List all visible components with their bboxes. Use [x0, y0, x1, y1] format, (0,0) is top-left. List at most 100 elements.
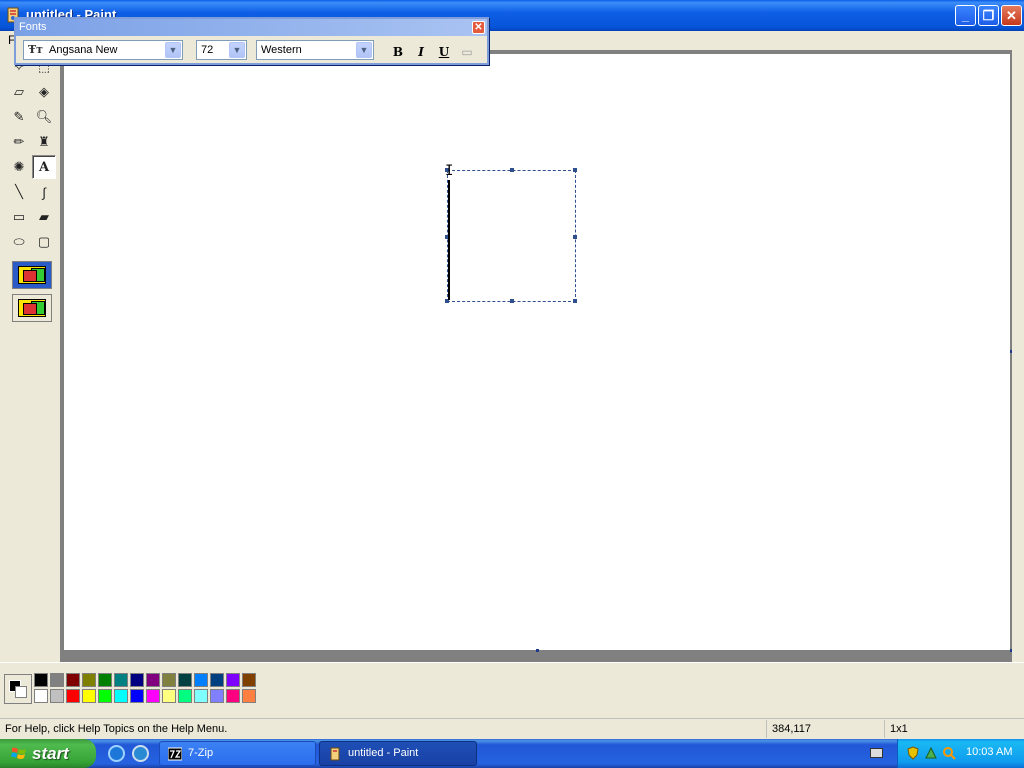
current-colors[interactable]: [4, 674, 32, 704]
restore-icon: ❐: [982, 8, 995, 23]
status-size-cell: 1x1: [884, 720, 1014, 738]
transparency-option-icon: [18, 266, 46, 284]
pencil-icon[interactable]: ✏: [7, 130, 31, 154]
underline-button[interactable]: U: [435, 43, 453, 61]
magnifier-icon[interactable]: 🔍︎: [32, 105, 56, 129]
selection-handle[interactable]: [573, 235, 577, 239]
network-icon[interactable]: [924, 746, 938, 760]
status-size: 1x1: [890, 723, 908, 735]
rounded-rectangle-icon[interactable]: ▢: [32, 230, 56, 254]
taskbar-item-paint[interactable]: untitled - Paint: [319, 741, 477, 766]
browser-icon[interactable]: [132, 745, 149, 762]
palette-swatch[interactable]: [66, 673, 80, 687]
fill-with-color-icon[interactable]: ◈: [32, 80, 56, 104]
palette-swatch[interactable]: [34, 673, 48, 687]
transparent-option-transparent[interactable]: [12, 294, 52, 322]
chevron-down-icon[interactable]: ▼: [356, 42, 372, 58]
chevron-down-icon[interactable]: ▼: [229, 42, 245, 58]
ellipse-icon[interactable]: ⬭: [7, 230, 31, 254]
font-name-dropdown[interactable]: Ŧт Angsana New ▼: [23, 40, 183, 60]
canvas-area: [60, 50, 1020, 662]
start-button[interactable]: start: [0, 739, 96, 768]
selection-handle[interactable]: [510, 168, 514, 172]
palette-swatch[interactable]: [178, 689, 192, 703]
tool-box: ✧ ⬚ ▱ ◈ ✎ 🔍︎ ✏ ♜ ✺ A ╲ ∫ ▭ ▰ ⬭ ▢: [4, 52, 60, 662]
line-icon[interactable]: ╲: [7, 180, 31, 204]
palette-swatch[interactable]: [162, 673, 176, 687]
selection-handle[interactable]: [573, 168, 577, 172]
polygon-icon[interactable]: ▰: [32, 205, 56, 229]
maximize-button[interactable]: ❐: [978, 5, 999, 26]
paint-app-icon: [330, 747, 340, 761]
truetype-icon: Ŧт: [28, 43, 44, 56]
palette-swatch[interactable]: [242, 673, 256, 687]
transparency-option-icon: [18, 299, 46, 317]
drawing-canvas[interactable]: [64, 54, 1010, 650]
palette-swatch[interactable]: [66, 689, 80, 703]
text-caret: [448, 180, 450, 300]
vertical-scrollbar[interactable]: [1012, 50, 1024, 662]
palette-swatch[interactable]: [98, 673, 112, 687]
status-coordinates-cell: 384,117: [766, 720, 884, 738]
font-name-value: Angsana New: [49, 44, 118, 56]
font-size-value: 72: [201, 44, 214, 56]
internet-explorer-icon[interactable]: [108, 745, 125, 762]
curve-icon[interactable]: ∫: [32, 180, 56, 204]
airbrush-icon[interactable]: ✺: [7, 155, 31, 179]
palette-swatch[interactable]: [146, 673, 160, 687]
palette-swatch[interactable]: [242, 689, 256, 703]
windows-logo-icon: [11, 747, 26, 759]
palette-swatch[interactable]: [210, 673, 224, 687]
eraser-icon[interactable]: ▱: [7, 80, 31, 104]
palette-swatch[interactable]: [162, 689, 176, 703]
close-button[interactable]: ✕: [1001, 5, 1022, 26]
script-value: Western: [261, 44, 302, 56]
chevron-down-icon[interactable]: ▼: [165, 42, 181, 58]
selection-handle[interactable]: [573, 299, 577, 303]
background-color: [15, 686, 27, 698]
language-bar-icon[interactable]: [870, 748, 883, 758]
minimize-button[interactable]: _: [955, 5, 976, 26]
palette-swatch[interactable]: [98, 689, 112, 703]
palette-swatch[interactable]: [146, 689, 160, 703]
palette-swatch[interactable]: [34, 689, 48, 703]
start-label: start: [32, 744, 69, 763]
italic-button[interactable]: I: [412, 43, 430, 61]
palette-swatch[interactable]: [178, 673, 192, 687]
palette-swatch[interactable]: [114, 689, 128, 703]
pick-color-icon[interactable]: ✎: [7, 105, 31, 129]
system-tray: 10:03 AM: [897, 739, 1024, 768]
bold-button[interactable]: B: [389, 43, 407, 61]
rectangle-icon[interactable]: ▭: [7, 205, 31, 229]
fonts-toolbar-close-button[interactable]: ✕: [472, 21, 485, 34]
canvas-resize-handle-bottom[interactable]: [536, 649, 539, 652]
taskbar-item-7zip[interactable]: 7-Zip: [159, 741, 316, 766]
brush-icon[interactable]: ♜: [32, 130, 56, 154]
palette-swatch[interactable]: [82, 689, 96, 703]
palette-swatch[interactable]: [50, 689, 64, 703]
vertical-text-icon: ▭: [461, 45, 473, 59]
palette-swatch[interactable]: [194, 673, 208, 687]
palette-swatch[interactable]: [114, 673, 128, 687]
palette-swatch[interactable]: [226, 673, 240, 687]
palette-swatch[interactable]: [130, 673, 144, 687]
security-shield-icon[interactable]: [906, 746, 920, 760]
selection-handle[interactable]: [510, 299, 514, 303]
search-icon[interactable]: [942, 746, 956, 760]
palette-swatch[interactable]: [226, 689, 240, 703]
fonts-toolbar: Fonts ✕ Ŧт Angsana New ▼ 72 ▼ Western ▼ …: [14, 17, 489, 65]
7zip-icon: [168, 747, 182, 761]
text-input-box[interactable]: [445, 168, 577, 303]
text-icon[interactable]: A: [32, 155, 56, 179]
font-size-dropdown[interactable]: 72 ▼: [196, 40, 247, 60]
transparent-option-opaque[interactable]: [12, 261, 52, 289]
minimize-icon: _: [961, 8, 970, 23]
palette-swatch[interactable]: [194, 689, 208, 703]
palette-swatch[interactable]: [50, 673, 64, 687]
palette-swatch[interactable]: [130, 689, 144, 703]
script-dropdown[interactable]: Western ▼: [256, 40, 374, 60]
paint-window: untitled - Paint _ ❐ ✕ F ✧ ⬚ ▱ ◈ ✎ 🔍︎ ✏ ♜ ✺ A ╲ ∫ ▭ ▰…: [0, 0, 1024, 739]
palette-swatch[interactable]: [210, 689, 224, 703]
palette-swatch[interactable]: [82, 673, 96, 687]
fonts-toolbar-title-bar[interactable]: Fonts ✕: [16, 19, 487, 36]
